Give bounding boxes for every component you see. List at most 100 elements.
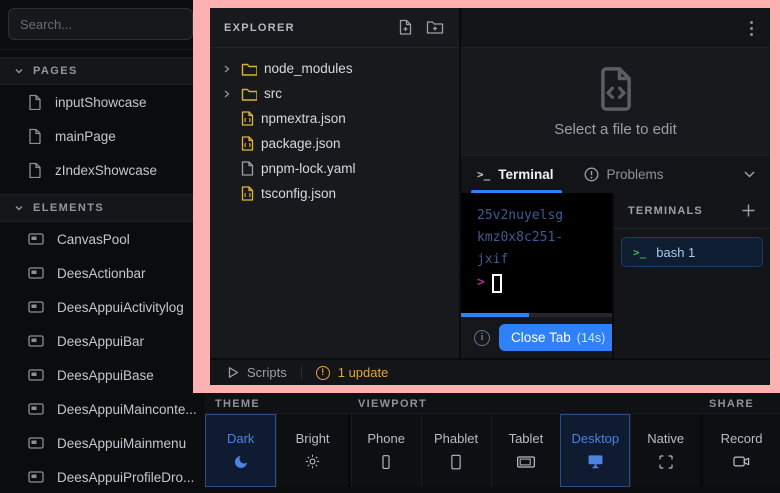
chevron-down-icon — [14, 66, 24, 76]
sidebar-item-element[interactable]: DeesAppuiProfileDro... — [0, 460, 205, 493]
terminal-output: 25v2nuyelsgkmz0x8c251-jxif — [477, 205, 612, 271]
elements-list: CanvasPool DeesActionbar DeesAppuiActivi… — [0, 222, 205, 493]
component-icon — [28, 266, 44, 280]
sun-icon — [304, 453, 321, 471]
component-icon — [28, 232, 44, 246]
highlight-frame: EXPLORER — [193, 0, 780, 393]
tree-item-label: tsconfig.json — [261, 186, 336, 201]
info-icon[interactable]: i — [474, 330, 490, 346]
search-input[interactable] — [8, 8, 193, 40]
tab-label: Problems — [607, 167, 664, 182]
active-tab-underline — [471, 190, 562, 193]
sidebar-item-element[interactable]: CanvasPool — [0, 222, 205, 256]
tree-item[interactable]: pnpm-lock.yaml — [210, 156, 459, 181]
json-file-icon — [241, 186, 254, 201]
sidebar-item-label: CanvasPool — [57, 232, 130, 247]
component-icon — [28, 470, 44, 484]
sidebar-section-pages[interactable]: PAGES — [0, 57, 205, 85]
button-label: Desktop — [571, 431, 619, 446]
device-toolbar: THEME VIEWPORT SHARE Dark Bright Phone P… — [205, 393, 780, 493]
chevron-right-icon — [222, 89, 234, 99]
sidebar-item-page[interactable]: zIndexShowcase — [0, 153, 205, 187]
problems-icon — [584, 167, 599, 182]
terminal-line: 25v2nuyelsg — [477, 205, 612, 227]
toolbar-bottom-strip — [205, 487, 780, 493]
tab-problems[interactable]: Problems — [582, 156, 666, 193]
search-container — [0, 0, 205, 50]
play-icon — [227, 366, 239, 379]
button-label: Record — [721, 431, 763, 446]
tree-item[interactable]: tsconfig.json — [210, 181, 459, 206]
terminal-screen[interactable]: 25v2nuyelsgkmz0x8c251-jxif > — [461, 193, 612, 313]
editor-empty-message: Select a file to edit — [554, 121, 677, 138]
tree-item[interactable]: src — [210, 81, 459, 106]
terminal-view: 25v2nuyelsgkmz0x8c251-jxif > i Close Tab — [461, 193, 612, 358]
toolbar-headers: THEME VIEWPORT SHARE — [205, 393, 780, 414]
sidebar-item-label: zIndexShowcase — [55, 163, 157, 178]
button-label: Bright — [296, 431, 330, 446]
viewport-section-label: VIEWPORT — [358, 398, 427, 410]
terminals-panel: TERMINALS >_ bash 1 — [614, 193, 770, 358]
chevron-down-icon — [14, 203, 24, 213]
sidebar-item-page[interactable]: inputShowcase — [0, 85, 205, 119]
close-tab-button[interactable]: Close Tab (14s) — [499, 324, 612, 351]
update-notice[interactable]: ! 1 update — [316, 365, 389, 380]
tree-item[interactable]: npmextra.json — [210, 106, 459, 131]
explorer-title: EXPLORER — [224, 22, 295, 34]
viewport-tablet-button[interactable]: Tablet — [491, 414, 561, 487]
viewport-native-button[interactable]: Native — [630, 414, 700, 487]
share-section-label: SHARE — [709, 398, 754, 410]
theme-dark-button[interactable]: Dark — [205, 414, 276, 487]
share-record-button[interactable]: Record — [703, 414, 780, 487]
tree-item[interactable]: package.json — [210, 131, 459, 156]
viewport-phone-button[interactable]: Phone — [351, 414, 421, 487]
sidebar-item-element[interactable]: DeesActionbar — [0, 256, 205, 290]
tree-item-label: src — [264, 86, 282, 101]
desktop-icon — [586, 453, 605, 471]
editor-empty-state: Select a file to edit — [461, 48, 770, 155]
button-label: Phablet — [434, 431, 478, 446]
panel-statusbar: Scripts ! 1 update — [210, 358, 770, 385]
sidebar-section-elements[interactable]: ELEMENTS — [0, 194, 205, 222]
sidebar-item-element[interactable]: DeesAppuiMainmenu — [0, 426, 205, 460]
explorer-header: EXPLORER — [210, 8, 459, 48]
tab-terminal[interactable]: >_ Terminal — [475, 156, 556, 193]
tree-item[interactable]: node_modules — [210, 56, 459, 81]
warning-icon: ! — [316, 366, 330, 380]
sidebar-item-label: DeesAppuiBar — [57, 334, 144, 349]
viewport-phablet-button[interactable]: Phablet — [421, 414, 491, 487]
sidebar-item-element[interactable]: DeesAppuiBase — [0, 358, 205, 392]
info-glyph: i — [481, 332, 484, 343]
file-icon — [28, 162, 42, 178]
add-terminal-icon[interactable] — [741, 203, 756, 218]
scripts-label: Scripts — [247, 365, 287, 380]
sidebar-item-element[interactable]: DeesAppuiActivitylog — [0, 290, 205, 324]
sidebar-item-element[interactable]: DeesAppuiMainconte... — [0, 392, 205, 426]
terminal-icon: >_ — [477, 168, 490, 181]
json-file-icon — [241, 111, 254, 126]
pages-list: inputShowcase mainPage zIndexShowcase — [0, 85, 205, 187]
editor-tabbar — [461, 8, 770, 48]
statusbar-divider — [301, 366, 302, 380]
terminal-session-bash1[interactable]: >_ bash 1 — [621, 237, 763, 267]
theme-bright-button[interactable]: Bright — [276, 414, 347, 487]
new-folder-icon[interactable] — [425, 18, 445, 37]
kebab-menu-icon[interactable] — [749, 20, 754, 37]
phablet-icon — [447, 453, 465, 471]
warn-glyph: ! — [321, 367, 324, 378]
sidebar-item-element[interactable]: DeesAppuiBar — [0, 324, 205, 358]
tablet-icon — [516, 453, 536, 471]
new-file-icon[interactable] — [396, 18, 415, 37]
scripts-button[interactable]: Scripts — [227, 365, 287, 380]
editor-column: Select a file to edit >_ Terminal Proble… — [461, 8, 770, 358]
tree-item-label: pnpm-lock.yaml — [261, 161, 356, 176]
sidebar-item-page[interactable]: mainPage — [0, 119, 205, 153]
collapse-panel-chevron-icon[interactable] — [743, 170, 756, 179]
tree-item-label: node_modules — [264, 61, 353, 76]
terminal-actions-row: i Close Tab (14s) — [461, 317, 612, 358]
tab-label: Terminal — [498, 167, 553, 182]
component-icon — [28, 402, 44, 416]
sidebar-item-label: DeesAppuiBase — [57, 368, 154, 383]
component-icon — [28, 300, 44, 314]
viewport-desktop-button[interactable]: Desktop — [560, 414, 630, 487]
